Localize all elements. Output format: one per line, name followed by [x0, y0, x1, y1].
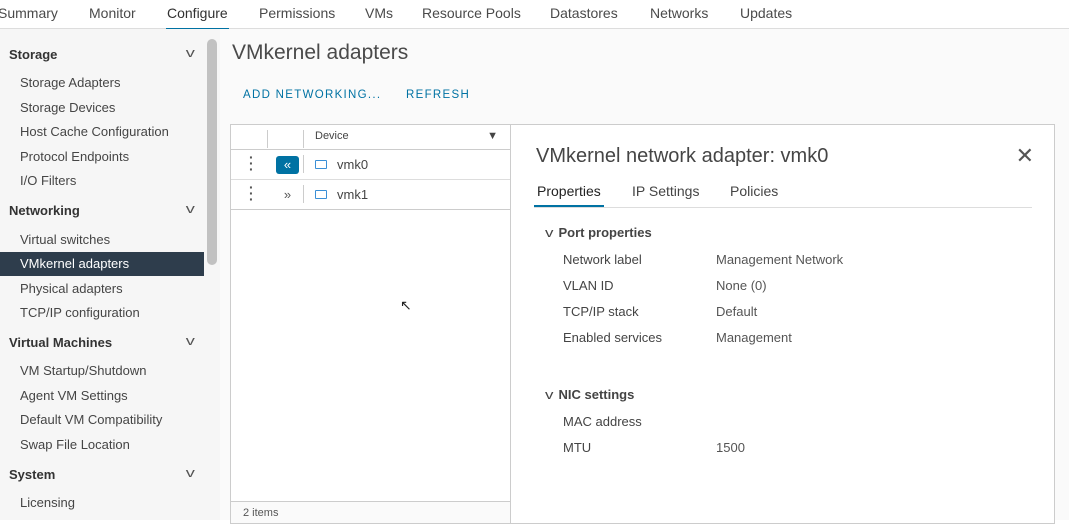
value-mtu: 1500 [716, 440, 745, 455]
add-networking-button[interactable]: ADD NETWORKING... [243, 89, 381, 101]
sidebar-item-tcpip-configuration[interactable]: TCP/IP configuration [0, 301, 204, 325]
mouse-cursor-icon: ↖ [400, 297, 412, 313]
sidebar-item-licensing[interactable]: Licensing [0, 491, 204, 515]
scrollbar-thumb[interactable] [207, 39, 217, 265]
page-title: VMkernel adapters [232, 41, 409, 64]
label-tcpip-stack: TCP/IP stack [563, 304, 639, 319]
close-icon[interactable]: ✕ [1016, 143, 1034, 169]
top-nav: Summary Monitor Configure Permissions VM… [0, 0, 1069, 31]
sidebar-item-io-filters[interactable]: I/O Filters [0, 169, 204, 193]
sidebar-scrollbar[interactable] [204, 29, 220, 520]
tab-summary[interactable]: Summary [0, 5, 58, 28]
tab-networks[interactable]: Networks [650, 5, 708, 28]
chevron-down-icon[interactable]: v [185, 333, 194, 348]
tab-policies[interactable]: Policies [730, 183, 778, 205]
sidebar-item-virtual-switches[interactable]: Virtual switches [0, 228, 204, 252]
section-heading: NIC settings [558, 387, 635, 402]
main-content: VMkernel adapters ADD NETWORKING... REFR… [220, 29, 1069, 524]
label-network-label: Network label [563, 252, 642, 267]
table-row[interactable]: · · · « vmk0 [231, 150, 510, 180]
section-system[interactable]: System v [9, 465, 195, 482]
label-enabled-services: Enabled services [563, 330, 662, 345]
value-network-label: Management Network [716, 252, 844, 267]
tab-updates[interactable]: Updates [740, 5, 792, 28]
section-label: Virtual Machines [9, 335, 113, 350]
tab-datastores[interactable]: Datastores [550, 5, 618, 28]
adapters-grid: Device ▼ · · · « vmk0 · · · » vmk1 2 items V… [230, 124, 1055, 524]
tab-properties[interactable]: Properties [534, 183, 604, 208]
section-label: Networking [9, 203, 80, 218]
value-enabled-services: Management [716, 330, 792, 345]
tab-vms[interactable]: VMs [365, 5, 393, 28]
tab-permissions[interactable]: Permissions [259, 5, 335, 28]
expand-detail-icon[interactable]: » [276, 186, 299, 204]
grid-header: Device ▼ [231, 125, 510, 150]
tab-configure[interactable]: Configure [166, 5, 229, 31]
sidebar-item-agent-vm[interactable]: Agent VM Settings [0, 384, 204, 408]
chevron-down-icon[interactable]: v [185, 465, 194, 480]
more-actions-icon[interactable]: · · · [249, 180, 254, 206]
sidebar-item-vmkernel-adapters[interactable]: VMkernel adapters [0, 252, 204, 276]
nic-settings-header[interactable]: v NIC settings [545, 387, 635, 402]
filter-icon[interactable]: ▼ [487, 130, 498, 142]
tab-monitor[interactable]: Monitor [89, 5, 136, 28]
sidebar-item-swap-file[interactable]: Swap File Location [0, 433, 204, 457]
sidebar-item-physical-adapters[interactable]: Physical adapters [0, 277, 204, 301]
value-vlan-id: None (0) [716, 278, 767, 293]
tab-divider [534, 207, 1032, 208]
detail-pane: VMkernel network adapter: vmk0 ✕ Propert… [512, 125, 1054, 523]
tab-resource-pools[interactable]: Resource Pools [422, 5, 521, 28]
chevron-down-icon[interactable]: v [545, 387, 553, 402]
adapters-list: Device ▼ · · · « vmk0 · · · » vmk1 2 items [231, 125, 511, 523]
column-divider [267, 130, 268, 148]
label-vlan-id: VLAN ID [563, 278, 614, 293]
sidebar-item-host-cache[interactable]: Host Cache Configuration [0, 120, 204, 144]
chevron-down-icon[interactable]: v [185, 201, 194, 216]
sidebar-item-vm-startup[interactable]: VM Startup/Shutdown [0, 359, 204, 383]
label-mac-address: MAC address [563, 414, 642, 429]
section-heading: Port properties [558, 225, 652, 240]
section-virtual-machines[interactable]: Virtual Machines v [9, 333, 195, 350]
section-label: System [9, 467, 56, 482]
sidebar-item-storage-adapters[interactable]: Storage Adapters [0, 71, 204, 95]
label-mtu: MTU [563, 440, 592, 455]
section-networking[interactable]: Networking v [9, 201, 195, 218]
refresh-button[interactable]: REFRESH [406, 89, 470, 101]
tab-ip-settings[interactable]: IP Settings [632, 183, 699, 205]
value-tcpip-stack: Default [716, 304, 758, 319]
column-divider [303, 155, 304, 173]
column-divider [303, 130, 304, 148]
table-row[interactable]: · · · » vmk1 [231, 180, 510, 210]
sidebar-item-protocol-endpoints[interactable]: Protocol Endpoints [0, 145, 204, 169]
column-divider [303, 185, 304, 203]
sidebar-item-default-vm-compat[interactable]: Default VM Compatibility [0, 408, 204, 432]
network-adapter-icon [315, 160, 327, 169]
device-name: vmk1 [337, 187, 369, 202]
port-properties-header[interactable]: v Port properties [545, 225, 652, 240]
chevron-down-icon[interactable]: v [185, 45, 194, 60]
sidebar-item-storage-devices[interactable]: Storage Devices [0, 96, 204, 120]
network-adapter-icon [315, 190, 327, 199]
chevron-down-icon[interactable]: v [545, 225, 553, 240]
section-storage[interactable]: Storage v [9, 45, 195, 62]
section-label: Storage [9, 47, 58, 62]
more-actions-icon[interactable]: · · · [249, 150, 254, 176]
device-name: vmk0 [337, 157, 369, 172]
detail-title: VMkernel network adapter: vmk0 [536, 145, 829, 167]
collapse-detail-icon[interactable]: « [276, 156, 299, 174]
column-header-device[interactable]: Device [315, 130, 349, 142]
sidebar: Storage v Storage Adapters Storage Device… [0, 29, 204, 520]
